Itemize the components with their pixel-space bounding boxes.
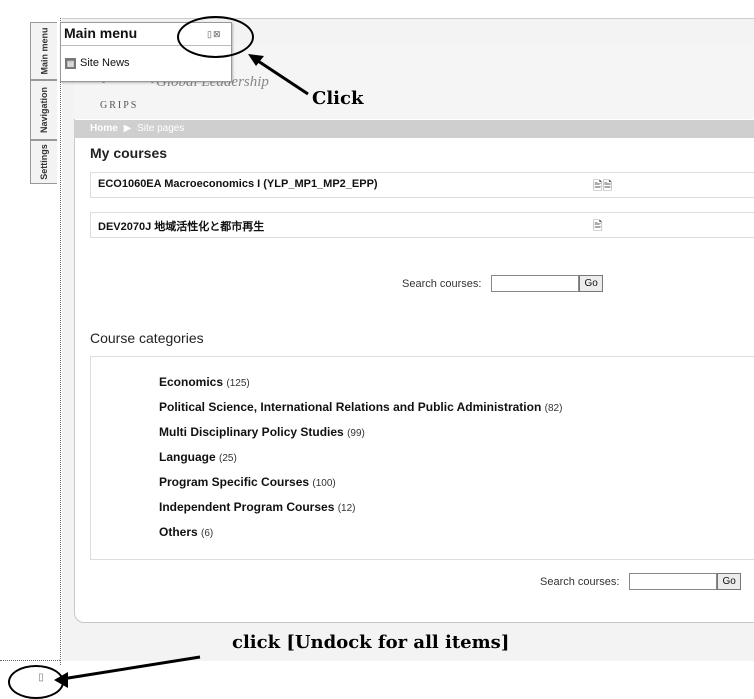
course-activity-icon[interactable]: 🖹 bbox=[593, 217, 603, 238]
search-courses-top: Search courses: Go bbox=[402, 275, 603, 292]
category-name[interactable]: Economics bbox=[159, 375, 223, 389]
category-item[interactable]: Others (6) bbox=[159, 525, 213, 539]
search-input[interactable] bbox=[491, 275, 580, 292]
menu-title: Main menu bbox=[64, 25, 138, 41]
category-name[interactable]: Program Specific Courses bbox=[159, 475, 309, 489]
category-name[interactable]: Multi Disciplinary Policy Studies bbox=[159, 425, 344, 439]
category-count: (125) bbox=[226, 378, 250, 389]
my-courses-heading: My courses bbox=[90, 145, 168, 161]
logo-text: GRIPS bbox=[100, 100, 139, 111]
dock-divider bbox=[0, 660, 60, 661]
breadcrumb-home-link[interactable]: Home bbox=[90, 123, 118, 134]
search-input[interactable] bbox=[629, 573, 718, 590]
dock-tab-label: Navigation bbox=[39, 86, 50, 134]
menu-item-label: Site News bbox=[80, 57, 130, 69]
category-count: (99) bbox=[347, 428, 365, 439]
category-count: (100) bbox=[312, 478, 336, 489]
category-count: (25) bbox=[219, 453, 237, 464]
category-count: (12) bbox=[337, 503, 356, 514]
category-item[interactable]: Political Science, International Relatio… bbox=[159, 400, 562, 414]
search-label: Search courses: bbox=[540, 575, 620, 588]
annotation-click: Click bbox=[312, 88, 364, 109]
search-label: Search courses: bbox=[402, 277, 482, 290]
dock-tab-label: Settings bbox=[39, 144, 50, 180]
category-item[interactable]: Program Specific Courses (100) bbox=[159, 475, 336, 489]
course-categories-heading: Course categories bbox=[90, 330, 204, 346]
category-item[interactable]: Multi Disciplinary Policy Studies (99) bbox=[159, 425, 365, 439]
category-count: (6) bbox=[201, 528, 214, 539]
breadcrumb-separator-icon: ▶ bbox=[123, 123, 132, 134]
dock-tab-label: Main menu bbox=[39, 27, 50, 75]
dock-tab-navigation[interactable]: Navigation bbox=[30, 80, 57, 140]
category-item[interactable]: Economics (125) bbox=[159, 375, 250, 389]
search-go-button[interactable]: Go bbox=[579, 275, 603, 292]
dock-tab-main-menu[interactable]: Main menu bbox=[30, 22, 57, 80]
category-item[interactable]: Independent Program Courses (12) bbox=[159, 500, 356, 514]
course-link[interactable]: ECO1060EA Macroeconomics I (YLP_MP1_MP2_… bbox=[98, 178, 378, 190]
category-item[interactable]: Language (25) bbox=[159, 450, 237, 464]
breadcrumb: Home ▶ Site pages bbox=[74, 120, 754, 138]
annotation-undock: click [Undock for all items] bbox=[232, 632, 510, 653]
course-activity-icon[interactable]: 🖹🗎 bbox=[593, 177, 612, 198]
annotation-circle bbox=[177, 16, 254, 58]
search-go-button[interactable]: Go bbox=[717, 573, 741, 590]
menu-item-site-news[interactable]: ▦ Site News bbox=[65, 57, 130, 69]
category-count: (82) bbox=[544, 403, 563, 414]
category-name[interactable]: Others bbox=[159, 525, 198, 539]
search-courses-bottom: Search courses: Go bbox=[540, 573, 741, 590]
course-row: DEV2070J 地域活性化と都市再生 🖹 bbox=[90, 212, 754, 238]
course-row: ECO1060EA Macroeconomics I (YLP_MP1_MP2_… bbox=[90, 172, 754, 198]
category-name[interactable]: Language bbox=[159, 450, 216, 464]
block-dock: Main menu Navigation Settings bbox=[28, 18, 61, 665]
news-icon: ▦ bbox=[65, 57, 76, 69]
course-link[interactable]: DEV2070J 地域活性化と都市再生 bbox=[98, 218, 264, 234]
breadcrumb-current[interactable]: Site pages bbox=[137, 123, 184, 134]
category-name[interactable]: Political Science, International Relatio… bbox=[159, 400, 541, 414]
category-name[interactable]: Independent Program Courses bbox=[159, 500, 334, 514]
categories-box: Economics (125) Political Science, Inter… bbox=[90, 356, 754, 560]
dock-tab-settings[interactable]: Settings bbox=[30, 140, 57, 184]
annotation-circle bbox=[8, 665, 64, 699]
